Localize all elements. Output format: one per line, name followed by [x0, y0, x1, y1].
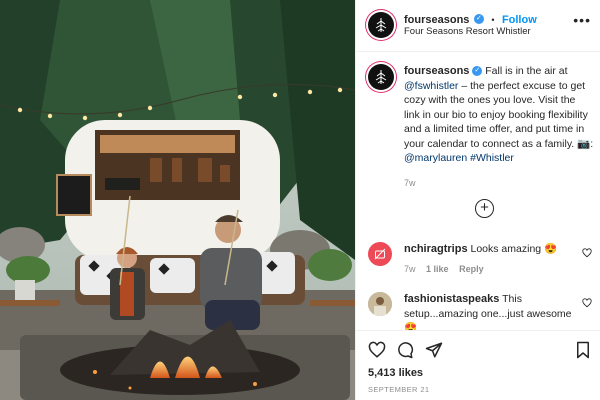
- author-username[interactable]: fourseasons: [404, 14, 469, 26]
- comment-body: fashionistaspeaks This setup...amazing o…: [404, 292, 574, 336]
- comment-likes-count[interactable]: 1 like: [426, 264, 449, 274]
- post-photo[interactable]: [0, 0, 355, 400]
- commenter-photo: [368, 292, 392, 316]
- comment-timestamp: 7w: [404, 263, 416, 274]
- post-action-bar: 5,413 likes SEPTEMBER 21: [356, 330, 600, 400]
- comment-body: nchiragtrips Looks amazing 😍 7w 1 like R…: [404, 242, 574, 276]
- post-location[interactable]: Four Seasons Resort Whistler: [404, 26, 531, 37]
- comment-reply-button[interactable]: Reply: [459, 264, 484, 274]
- share-paper-plane-icon[interactable]: [425, 341, 443, 359]
- comment-meta: 7w 1 like Reply: [404, 262, 574, 277]
- post-caption: fourseasons ✓ Fall is in the air at @fsw…: [404, 64, 594, 190]
- caption-avatar[interactable]: [368, 64, 394, 90]
- header-separator: •: [491, 15, 495, 25]
- like-heart-icon[interactable]: [368, 341, 386, 359]
- author-avatar[interactable]: [368, 12, 394, 38]
- comment-like-heart-icon[interactable]: [582, 298, 592, 308]
- caption-mention-marylauren[interactable]: @marylauren: [404, 152, 467, 164]
- four-seasons-logo-icon: [375, 70, 387, 84]
- comment-text: Looks amazing 😍: [470, 243, 558, 255]
- caption-timestamp: 7w: [404, 177, 416, 188]
- post-date: SEPTEMBER 21: [368, 385, 430, 394]
- load-more-comments-icon[interactable]: +: [475, 199, 494, 218]
- comment-item: nchiragtrips Looks amazing 😍 7w 1 like R…: [368, 242, 596, 282]
- commenter-avatar[interactable]: [368, 242, 392, 266]
- caption-text-part-1: Fall is in the air at: [482, 65, 568, 77]
- comment-item: fashionistaspeaks This setup...amazing o…: [368, 292, 596, 334]
- commenter-username[interactable]: nchiragtrips: [404, 243, 468, 255]
- caption-hashtag[interactable]: #Whistler: [470, 152, 514, 164]
- post-header: fourseasons ✓ • Follow Four Seasons Reso…: [356, 0, 600, 52]
- caption-username[interactable]: fourseasons: [404, 65, 469, 77]
- commenter-username[interactable]: fashionistaspeaks: [404, 293, 499, 305]
- likes-count[interactable]: 5,413 likes: [368, 367, 423, 379]
- more-options-icon[interactable]: •••: [573, 12, 591, 28]
- campfire-photo-illustration: [0, 0, 355, 400]
- comment-bubble-icon[interactable]: [396, 341, 414, 359]
- save-bookmark-icon[interactable]: [575, 341, 591, 359]
- four-seasons-logo-icon: [375, 18, 387, 32]
- verified-badge-icon: ✓: [473, 13, 484, 24]
- post-side-panel: fourseasons ✓ • Follow Four Seasons Reso…: [355, 0, 600, 400]
- commenter-avatar[interactable]: [368, 292, 392, 316]
- no-camera-icon: [374, 248, 386, 260]
- caption-mention-fswhistler[interactable]: @fswhistler: [404, 80, 458, 92]
- follow-button[interactable]: Follow: [502, 14, 537, 26]
- verified-badge-icon: ✓: [472, 66, 483, 77]
- comment-like-heart-icon[interactable]: [582, 248, 592, 258]
